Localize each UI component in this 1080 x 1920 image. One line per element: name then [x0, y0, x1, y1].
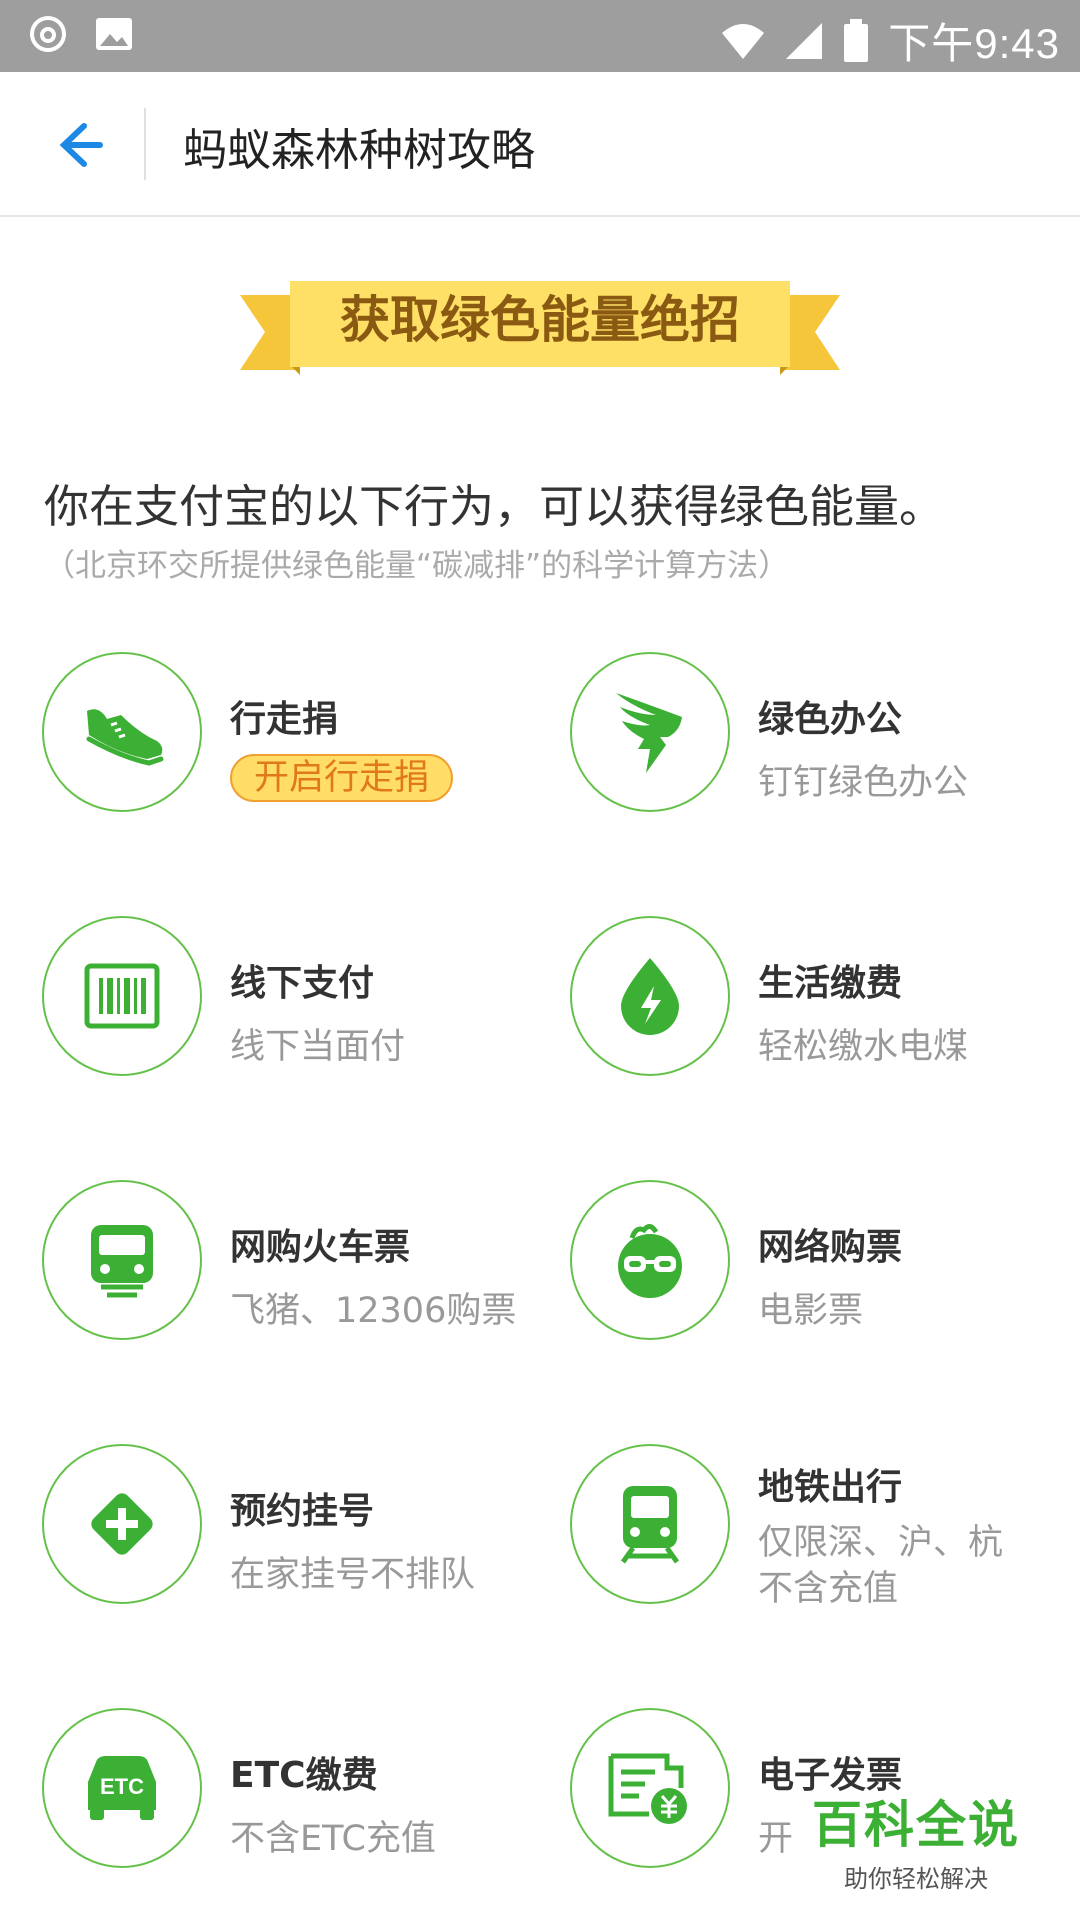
item-icon-circle — [42, 1444, 202, 1604]
item-icon-circle — [42, 1180, 202, 1340]
item-hospital-appointment[interactable]: 预约挂号 在家挂号不排队 — [42, 1444, 562, 1614]
barcode-icon — [84, 963, 160, 1029]
item-desc: 轻松缴水电煤 — [758, 1027, 969, 1067]
item-title: 生活缴费 — [758, 963, 903, 1004]
nav-divider — [144, 108, 146, 180]
dingtalk-icon — [616, 693, 682, 773]
train-icon — [91, 1225, 153, 1298]
item-title: 绿色办公 — [758, 699, 903, 740]
glasses-face-icon — [618, 1224, 682, 1298]
netease-music-icon — [30, 16, 66, 52]
energy-drop-icon — [621, 958, 679, 1035]
item-etc-payment[interactable]: ETC ETC缴费 不含ETC充值 — [42, 1708, 562, 1878]
watermark: 百科全说 助你轻松解决 — [812, 1785, 1020, 1894]
item-title: ETC缴费 — [230, 1755, 378, 1796]
medical-cross-icon — [91, 1493, 153, 1555]
item-icon-circle — [42, 652, 202, 812]
gallery-icon — [96, 18, 132, 50]
item-green-office[interactable]: 绿色办公 钉钉绿色办公 — [570, 652, 1080, 822]
item-desc: 钉钉绿色办公 — [758, 763, 969, 803]
item-desc-secondary: 不含充值 — [758, 1569, 899, 1609]
etc-icon-text: ETC — [100, 1774, 144, 1799]
metro-icon — [620, 1486, 680, 1564]
watermark-title: 百科全说 — [812, 1796, 1020, 1854]
item-metro-travel[interactable]: 地铁出行 仅限深、沪、杭 不含充值 — [570, 1444, 1080, 1614]
item-offline-payment[interactable]: 线下支付 线下当面付 — [42, 916, 562, 1086]
item-walking-donation[interactable]: 行走捐 开启行走捐 — [42, 652, 562, 822]
item-desc: 在家挂号不排队 — [230, 1555, 476, 1595]
wifi-icon — [722, 23, 765, 59]
item-icon-circle — [570, 1180, 730, 1340]
battery-icon — [844, 18, 869, 62]
item-title: 网络购票 — [758, 1227, 903, 1268]
item-icon-circle — [570, 652, 730, 812]
signal-icon — [786, 22, 823, 59]
item-desc: 不含ETC充值 — [230, 1819, 436, 1859]
intro-heading: 你在支付宝的以下行为，可以获得绿色能量。 — [44, 480, 945, 533]
nav-bar: 蚂蚁森林种树攻略 — [0, 72, 1080, 217]
item-icon-circle — [570, 1444, 730, 1604]
intro-subheading: （北京环交所提供绿色能量“碳减排”的科学计算方法） — [44, 548, 790, 584]
item-online-tickets[interactable]: 网络购票 电影票 — [570, 1180, 1080, 1350]
item-desc: 飞猪、12306购票 — [230, 1291, 517, 1331]
item-icon-circle — [570, 916, 730, 1076]
item-desc: 电影票 — [758, 1291, 864, 1331]
walk-donation-button[interactable]: 开启行走捐 — [230, 754, 454, 802]
item-title: 预约挂号 — [230, 1491, 375, 1532]
watermark-subtitle: 助你轻松解决 — [844, 1865, 988, 1893]
item-desc: 线下当面付 — [230, 1027, 406, 1067]
item-title: 地铁出行 — [758, 1467, 903, 1508]
etc-car-icon: ETC — [80, 1752, 164, 1824]
item-title: 线下支付 — [230, 963, 375, 1004]
back-arrow-icon[interactable] — [40, 110, 110, 180]
item-icon-circle: ETC — [42, 1708, 202, 1868]
invoice-icon — [608, 1753, 687, 1824]
banner: 获取绿色能量绝招 — [240, 275, 840, 385]
page-title: 蚂蚁森林种树攻略 — [183, 125, 535, 176]
item-icon-circle — [42, 916, 202, 1076]
item-utility-payment[interactable]: 生活缴费 轻松缴水电煤 — [570, 916, 1080, 1086]
item-icon-circle — [570, 1708, 730, 1868]
status-time: 下午9:43 — [888, 20, 1060, 67]
shoe-icon — [86, 709, 164, 766]
item-desc: 仅限深、沪、杭 — [758, 1523, 1004, 1563]
banner-title: 获取绿色能量绝招 — [340, 291, 740, 349]
item-train-tickets[interactable]: 网购火车票 飞猪、12306购票 — [42, 1180, 562, 1350]
item-title: 网购火车票 — [230, 1227, 411, 1268]
item-title: 行走捐 — [230, 699, 339, 740]
status-bar: 下午9:43 — [0, 0, 1080, 72]
